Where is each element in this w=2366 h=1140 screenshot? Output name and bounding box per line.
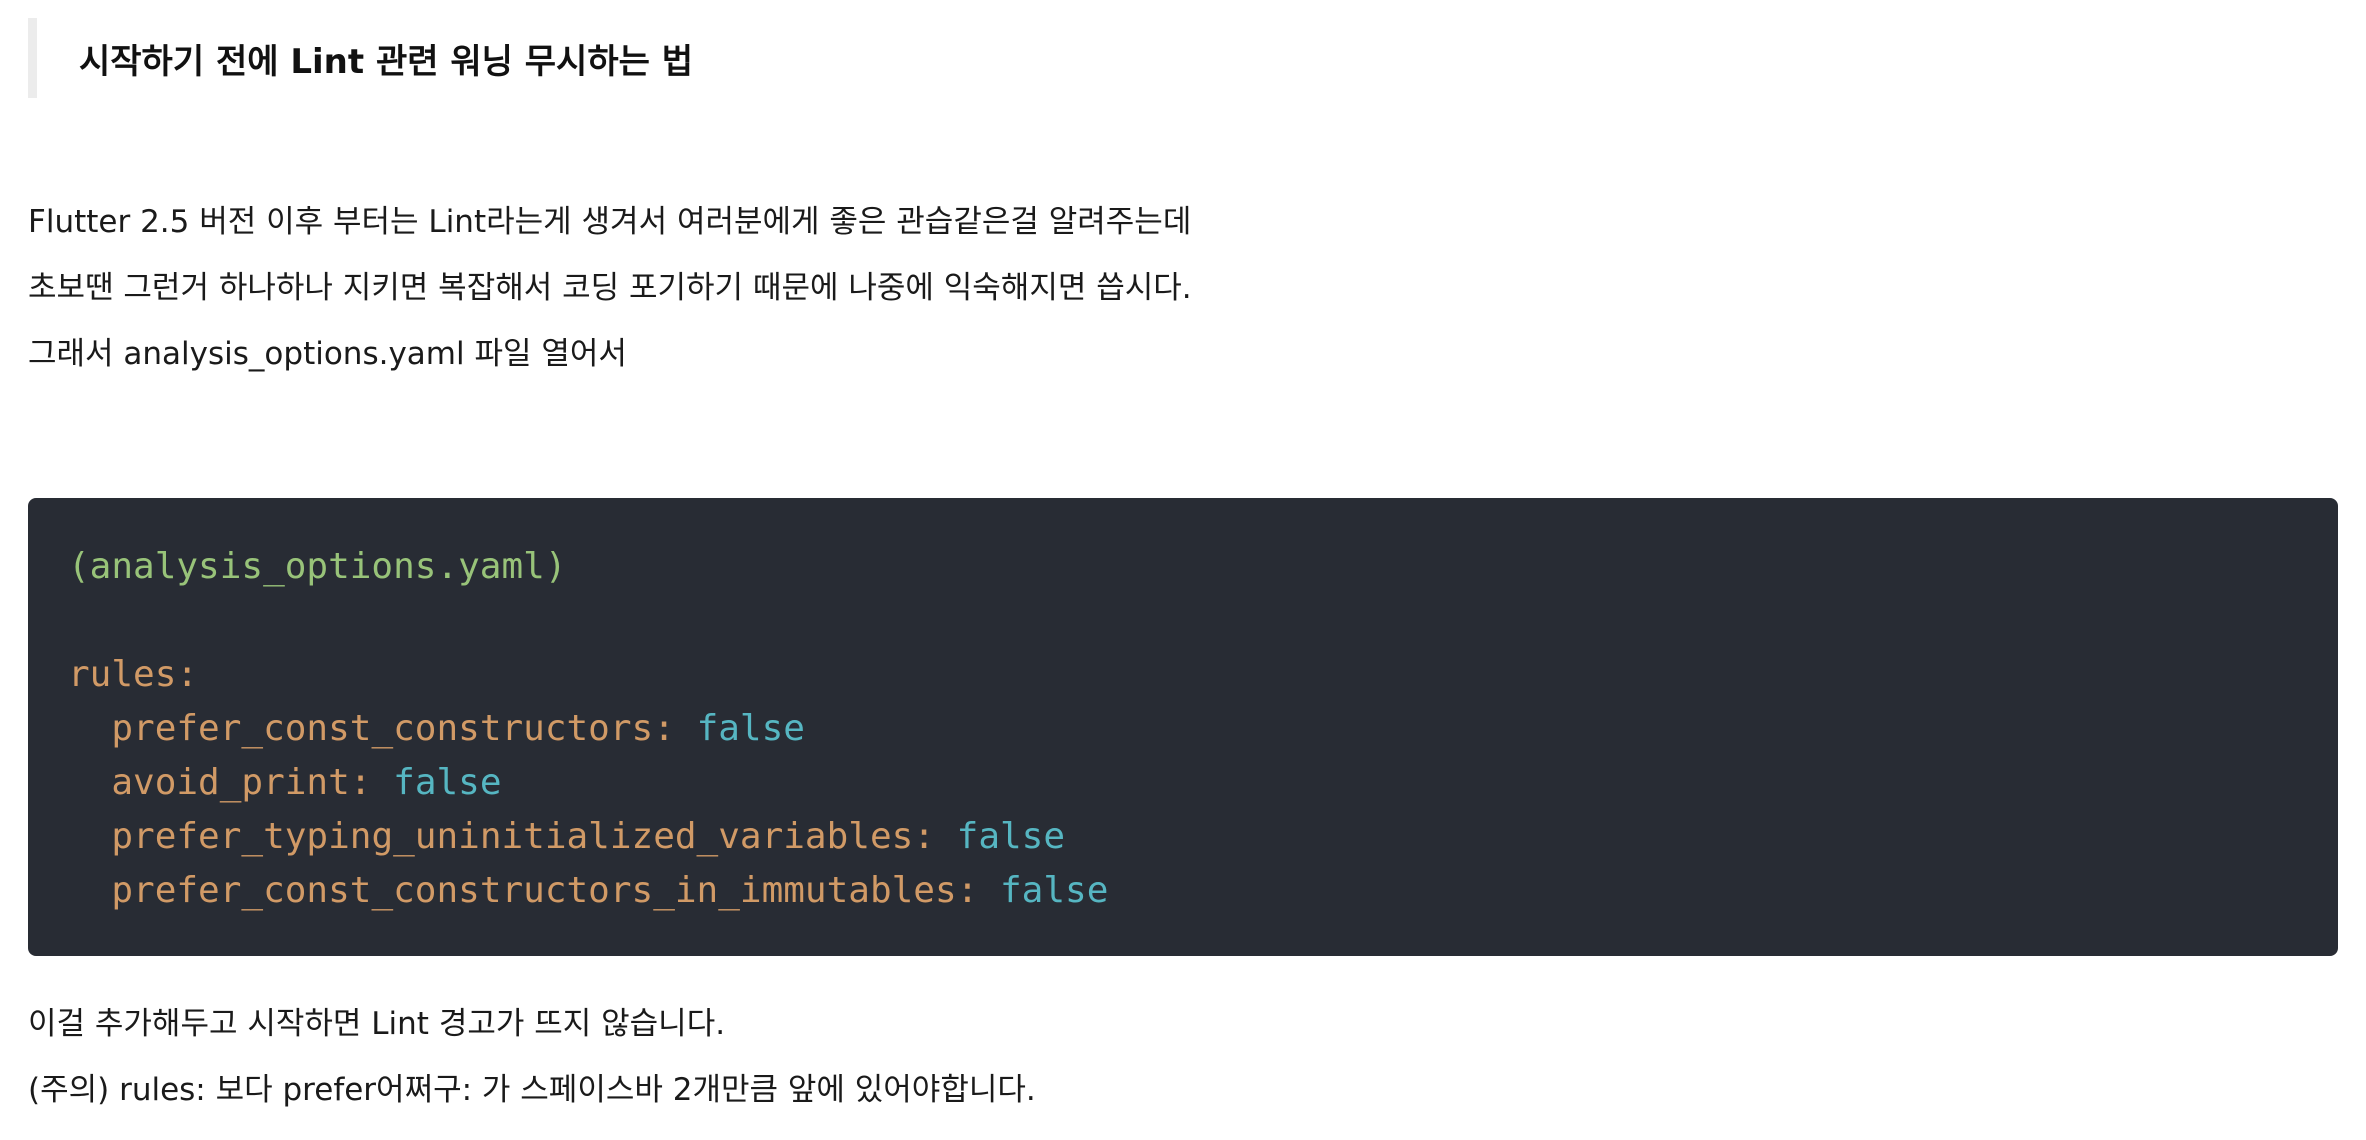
code-rule-line: prefer_typing_uninitialized_variables: f…: [68, 810, 2338, 864]
code-block: (analysis_options.yaml) rules: prefer_co…: [28, 498, 2338, 956]
section-heading: 시작하기 전에 Lint 관련 워닝 무시하는 법: [79, 41, 693, 82]
code-rule-value: false: [696, 708, 805, 749]
intro-paragraph-3: 그래서 analysis_options.yaml 파일 열어서: [28, 336, 627, 372]
code-rule-value: false: [393, 762, 502, 803]
code-rule-line: prefer_const_constructors_in_immutables:…: [68, 864, 2338, 918]
intro-paragraph-2: 초보땐 그런거 하나하나 지키면 복잡해서 코딩 포기하기 때문에 나중에 익숙…: [28, 270, 1192, 306]
code-rule-value: false: [956, 816, 1066, 857]
code-rules-key: rules:: [68, 654, 199, 695]
intro-paragraph-1: Flutter 2.5 버전 이후 부터는 Lint라는게 생겨서 여러분에게 …: [28, 204, 1192, 240]
code-rule-value: false: [1000, 870, 1109, 911]
code-rule-line: prefer_const_constructors: false: [68, 702, 2338, 756]
outro-paragraph-1: 이걸 추가해두고 시작하면 Lint 경고가 뜨지 않습니다.: [28, 1006, 726, 1042]
code-rule-line: avoid_print: false: [68, 756, 2338, 810]
code-rule-key: prefer_const_constructors_in_immutables:: [111, 870, 979, 911]
code-filename-comment: (analysis_options.yaml): [68, 546, 567, 587]
code-rule-key: prefer_typing_uninitialized_variables:: [111, 816, 935, 857]
outro-paragraph-2: (주의) rules: 보다 prefer어쩌구: 가 스페이스바 2개만큼 앞…: [28, 1072, 1036, 1108]
code-rule-key: avoid_print:: [111, 762, 372, 803]
blockquote: 시작하기 전에 Lint 관련 워닝 무시하는 법: [28, 18, 693, 98]
code-rule-key: prefer_const_constructors:: [111, 708, 675, 749]
